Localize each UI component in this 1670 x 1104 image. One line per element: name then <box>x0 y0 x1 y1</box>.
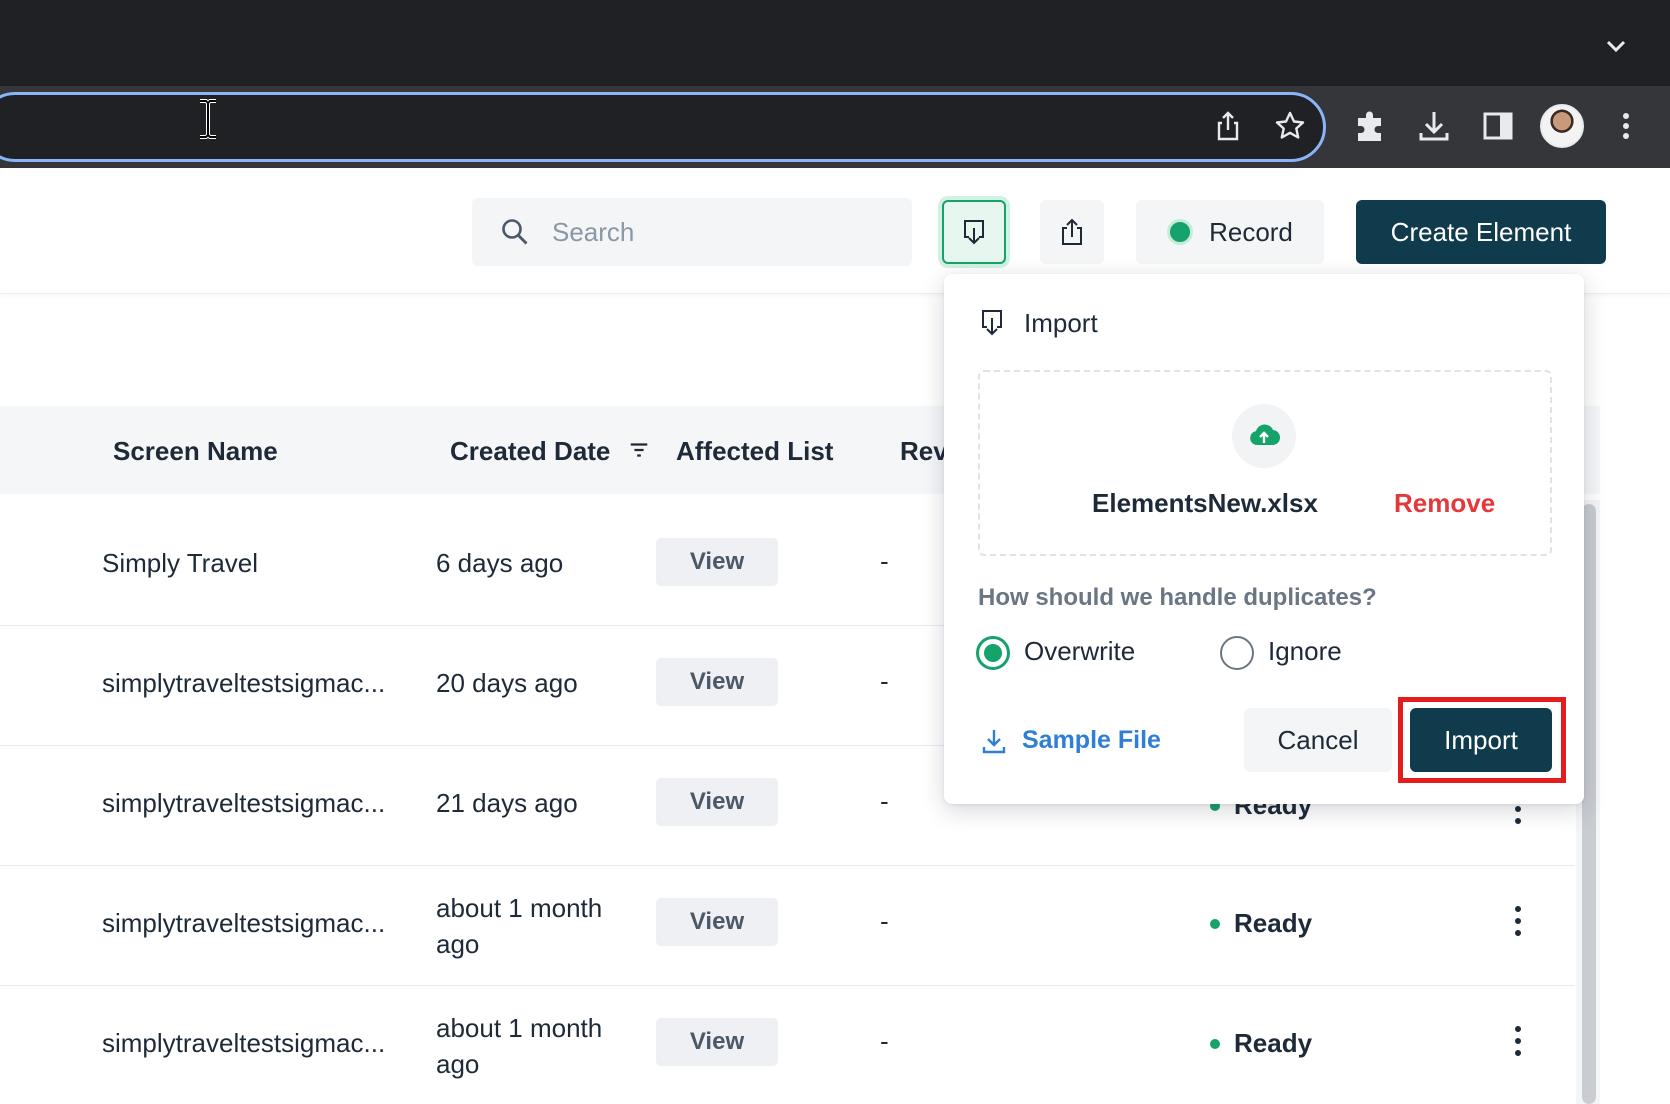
cancel-button[interactable]: Cancel <box>1244 708 1392 772</box>
downloads-icon[interactable] <box>1416 108 1452 144</box>
rev-cell: - <box>880 546 889 576</box>
rev-cell: - <box>880 1026 889 1056</box>
column-header-affected-list[interactable]: Affected List <box>676 436 833 467</box>
record-button[interactable]: Record <box>1136 200 1324 264</box>
radio-overwrite-label[interactable]: Overwrite <box>1024 636 1135 667</box>
created-date-cell: about 1 month ago <box>436 893 603 959</box>
search-input[interactable] <box>552 216 852 248</box>
rev-cell: - <box>880 906 889 936</box>
create-element-button[interactable]: Create Element <box>1356 200 1606 264</box>
screen-name-cell: simplytraveltestsigmac... <box>102 1028 386 1058</box>
download-icon <box>982 729 1006 753</box>
created-date-cell: 21 days ago <box>436 788 578 818</box>
record-label: Record <box>1209 216 1293 247</box>
radio-ignore-label[interactable]: Ignore <box>1268 636 1342 667</box>
import-toggle-button[interactable] <box>942 200 1006 264</box>
radio-ignore[interactable] <box>1220 636 1254 670</box>
chevron-down-icon[interactable] <box>1604 34 1628 58</box>
created-date-cell: 6 days ago <box>436 548 564 578</box>
status-dot-icon <box>1210 1038 1220 1049</box>
text-cursor-icon <box>200 99 216 139</box>
import-popover-title: Import <box>1024 308 1098 338</box>
upload-cloud-badge <box>1232 404 1296 468</box>
remove-file-link[interactable]: Remove <box>1394 488 1495 519</box>
import-icon <box>964 220 984 245</box>
column-header-created-date[interactable]: Created Date <box>450 436 650 467</box>
view-affected-list-button[interactable]: View <box>656 898 778 946</box>
row-menu-icon[interactable] <box>1506 904 1530 938</box>
upload-cloud-icon <box>1250 424 1280 446</box>
created-date-cell: 20 days ago <box>436 668 578 698</box>
record-dot-icon <box>1167 219 1194 245</box>
status-badge: Ready <box>1210 908 1312 939</box>
rev-cell: - <box>880 786 889 816</box>
row-menu-icon[interactable] <box>1506 1024 1530 1058</box>
search-icon <box>502 219 528 245</box>
profile-avatar[interactable] <box>1540 104 1584 148</box>
rev-cell: - <box>880 666 889 696</box>
view-affected-list-button[interactable]: View <box>656 538 778 586</box>
sample-file-link[interactable]: Sample File <box>980 726 1161 755</box>
created-date-cell: about 1 month ago <box>436 1013 603 1079</box>
view-affected-list-button[interactable]: View <box>656 1018 778 1066</box>
radio-overwrite[interactable] <box>976 636 1010 670</box>
view-affected-list-button[interactable]: View <box>656 778 778 826</box>
bookmark-star-icon[interactable] <box>1274 110 1306 142</box>
browser-tabstrip <box>0 0 1670 86</box>
screen-name-cell: simplytraveltestsigmac... <box>102 908 386 938</box>
view-affected-list-button[interactable]: View <box>656 658 778 706</box>
duplicates-question: How should we handle duplicates? <box>978 584 1377 611</box>
sort-filter-icon[interactable] <box>628 439 650 461</box>
side-panel-icon[interactable] <box>1480 108 1516 144</box>
screen-name-cell: simplytraveltestsigmac... <box>102 668 386 698</box>
status-badge: Ready <box>1210 1028 1312 1059</box>
search-box[interactable] <box>472 198 912 266</box>
extensions-puzzle-icon[interactable] <box>1352 108 1388 144</box>
table-scrollbar-thumb[interactable] <box>1582 504 1596 1104</box>
column-header-screen-name[interactable]: Screen Name <box>113 436 278 467</box>
import-icon <box>982 310 1002 336</box>
screen-name-cell: Simply Travel <box>102 548 259 578</box>
highlight-box <box>1398 697 1566 783</box>
column-header-rev[interactable]: Rev <box>900 436 948 467</box>
uploaded-file-name: ElementsNew.xlsx <box>1092 488 1318 518</box>
browser-menu-icon[interactable] <box>1608 108 1644 144</box>
export-button[interactable] <box>1040 200 1104 264</box>
export-icon <box>1062 218 1082 245</box>
status-dot-icon <box>1210 918 1220 929</box>
screen-name-cell: simplytraveltestsigmac... <box>102 788 386 818</box>
share-icon[interactable] <box>1212 110 1244 142</box>
